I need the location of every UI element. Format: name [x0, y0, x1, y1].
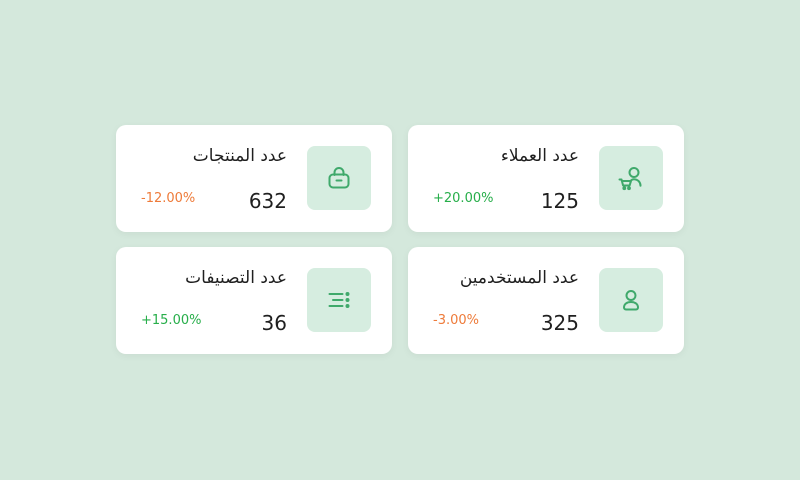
card-change-badge: +20.00%	[433, 191, 494, 206]
card-value: 125	[540, 189, 579, 213]
user-icon	[623, 290, 639, 311]
card-title: عدد المستخدمين	[459, 268, 579, 288]
customer-cart-icon	[618, 167, 642, 191]
stat-card-customers[interactable]: عدد العملاء 125 +20.00%	[408, 125, 684, 232]
card-title: عدد المنتجات	[192, 146, 287, 166]
stat-card-users[interactable]: عدد المستخدمين 325 -3.00%	[408, 247, 684, 354]
card-icon-box	[307, 268, 371, 332]
card-change-badge: +15.00%	[141, 313, 202, 328]
categories-list-icon	[328, 292, 350, 308]
stats-grid: عدد المنتجات 632 -12.00% عدد العملاء 125…	[116, 125, 684, 354]
card-icon-box	[599, 146, 663, 210]
card-value: 632	[248, 189, 287, 213]
stat-card-products[interactable]: عدد المنتجات 632 -12.00%	[116, 125, 392, 232]
card-icon-box	[599, 268, 663, 332]
card-change-badge: -12.00%	[141, 191, 196, 206]
card-title: عدد التصنيفات	[185, 268, 287, 288]
card-title: عدد العملاء	[500, 146, 579, 166]
stat-card-categories[interactable]: عدد التصنيفات 36 +15.00%	[116, 247, 392, 354]
card-change-badge: -3.00%	[433, 313, 479, 328]
card-value: 36	[261, 311, 287, 335]
shopping-bag-icon	[328, 167, 350, 189]
card-value: 325	[540, 311, 579, 335]
card-icon-box	[307, 146, 371, 210]
